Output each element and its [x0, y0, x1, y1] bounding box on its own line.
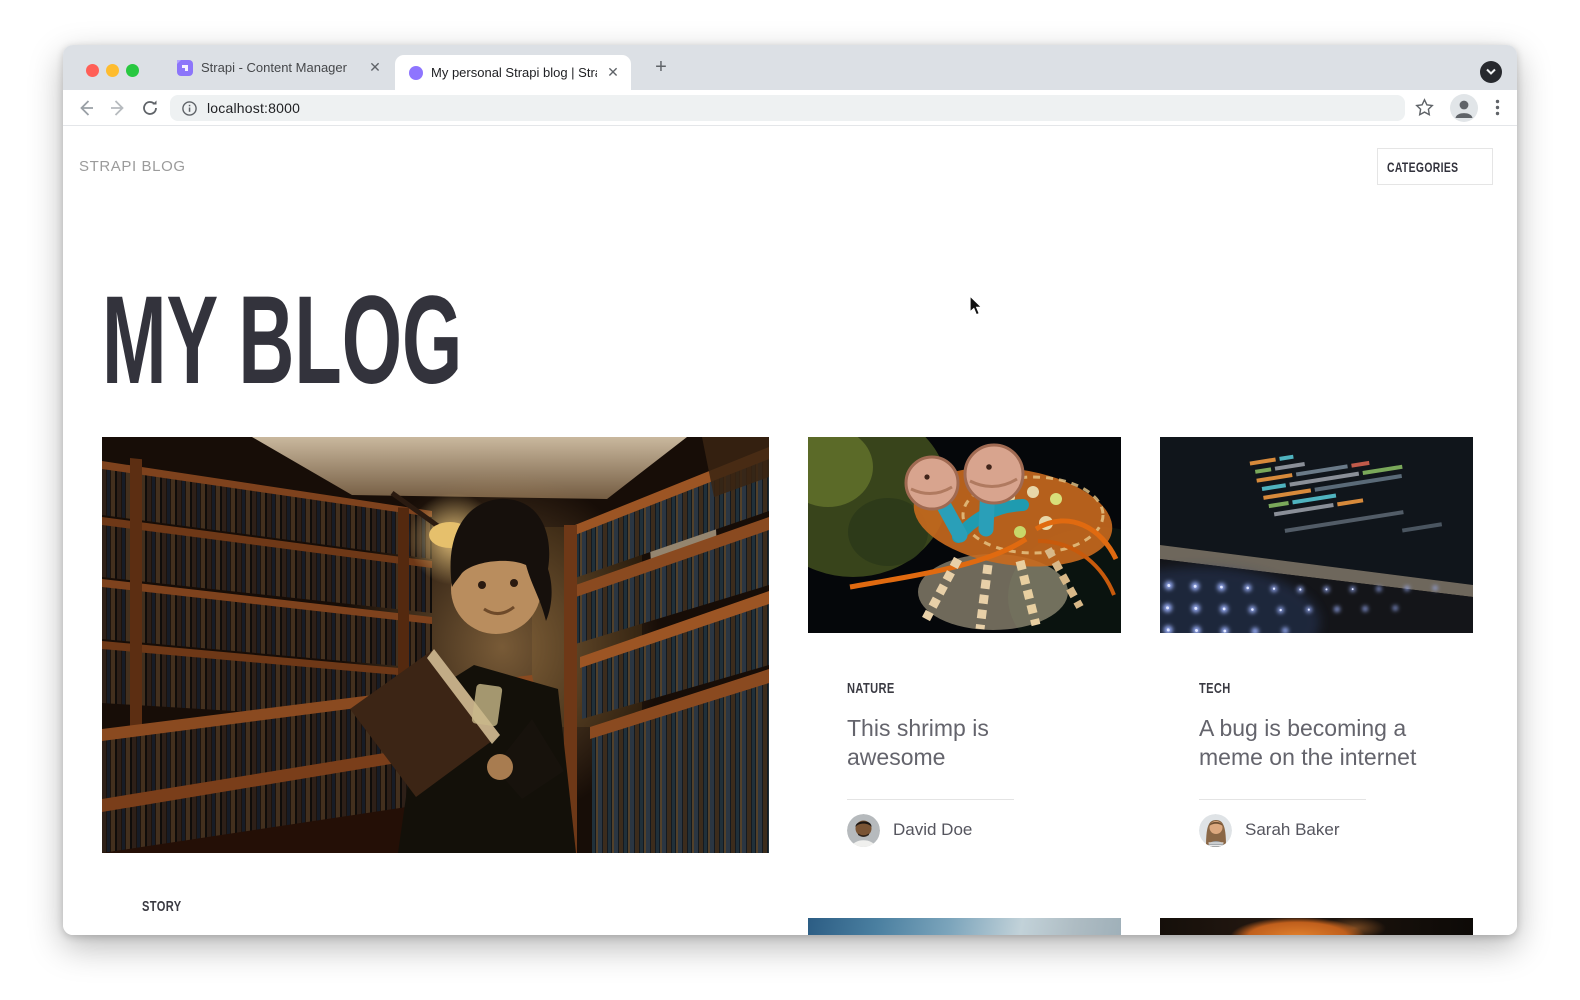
- nature-post-card[interactable]: NATURE This shrimp is awesome David Doe: [847, 680, 1079, 847]
- tech-post-image[interactable]: [1160, 437, 1473, 633]
- nature-post-image[interactable]: [808, 437, 1121, 633]
- page-title: MY BLOG: [102, 278, 683, 403]
- post-category: TECH: [1199, 680, 1444, 697]
- minimize-window-button[interactable]: [106, 64, 119, 77]
- post-title-link[interactable]: A bug is becoming a meme on the internet: [1199, 714, 1419, 772]
- divider: [1199, 799, 1366, 800]
- blog-favicon-icon: [409, 66, 423, 80]
- partial-post-image-food[interactable]: [1160, 918, 1473, 935]
- browser-menu-icon[interactable]: [1488, 98, 1507, 117]
- new-tab-button[interactable]: +: [649, 56, 673, 80]
- site-info-icon[interactable]: [182, 101, 197, 116]
- url-bar[interactable]: localhost:8000: [170, 95, 1405, 121]
- zoom-window-button[interactable]: [126, 64, 139, 77]
- library-photo-illustration: [102, 437, 769, 853]
- author-name: David Doe: [893, 820, 972, 840]
- post-author: David Doe: [847, 814, 1079, 847]
- tab-search-button[interactable]: [1480, 61, 1502, 83]
- tab-strip: Strapi - Content Manager ✕ My personal S…: [63, 45, 1517, 90]
- tab-strapi-content-manager[interactable]: Strapi - Content Manager ✕: [165, 45, 393, 90]
- chevron-down-icon: [1486, 68, 1496, 75]
- mouse-cursor: [969, 295, 985, 317]
- browser-profile-button[interactable]: [1450, 94, 1478, 122]
- featured-post-image[interactable]: [102, 437, 769, 853]
- tab-close-icon[interactable]: ✕: [605, 65, 621, 81]
- categories-button-label: CATEGORIES: [1387, 159, 1458, 175]
- divider: [847, 799, 1014, 800]
- tech-post-card[interactable]: TECH A bug is becoming a meme on the int…: [1199, 680, 1444, 847]
- site-brand-link[interactable]: STRAPI BLOG: [79, 158, 186, 175]
- blog-page: STRAPI BLOG CATEGORIES MY BLOG: [63, 126, 1517, 935]
- categories-button[interactable]: CATEGORIES: [1377, 148, 1493, 185]
- author-avatar: [847, 814, 880, 847]
- featured-post-category: STORY: [142, 898, 195, 915]
- mantis-shrimp-photo-illustration: [808, 437, 1121, 633]
- forward-icon[interactable]: [108, 98, 128, 118]
- post-title-link[interactable]: This shrimp is awesome: [847, 714, 1029, 772]
- reload-icon[interactable]: [140, 98, 160, 118]
- back-icon[interactable]: [76, 98, 96, 118]
- tab-title: My personal Strapi blog | Strap: [431, 65, 597, 80]
- post-category: NATURE: [847, 680, 1079, 697]
- partial-post-image-ocean[interactable]: [808, 918, 1121, 935]
- strapi-favicon-icon: [177, 60, 193, 76]
- laptop-code-photo-illustration: [1160, 437, 1473, 633]
- tab-close-icon[interactable]: ✕: [367, 60, 383, 76]
- author-name: Sarah Baker: [1245, 820, 1340, 840]
- close-window-button[interactable]: [86, 64, 99, 77]
- sarah-baker-avatar-photo: [1199, 814, 1232, 847]
- bookmark-star-icon[interactable]: [1415, 98, 1434, 117]
- person-icon: [1450, 94, 1478, 122]
- tab-my-personal-strapi-blog[interactable]: My personal Strapi blog | Strap ✕: [395, 55, 631, 90]
- browser-toolbar: localhost:8000: [63, 90, 1517, 126]
- browser-window: Strapi - Content Manager ✕ My personal S…: [63, 45, 1517, 935]
- tab-title: Strapi - Content Manager: [201, 60, 359, 75]
- author-avatar: [1199, 814, 1232, 847]
- post-author: Sarah Baker: [1199, 814, 1444, 847]
- url-text: localhost:8000: [207, 100, 300, 116]
- david-doe-avatar-photo: [847, 814, 880, 847]
